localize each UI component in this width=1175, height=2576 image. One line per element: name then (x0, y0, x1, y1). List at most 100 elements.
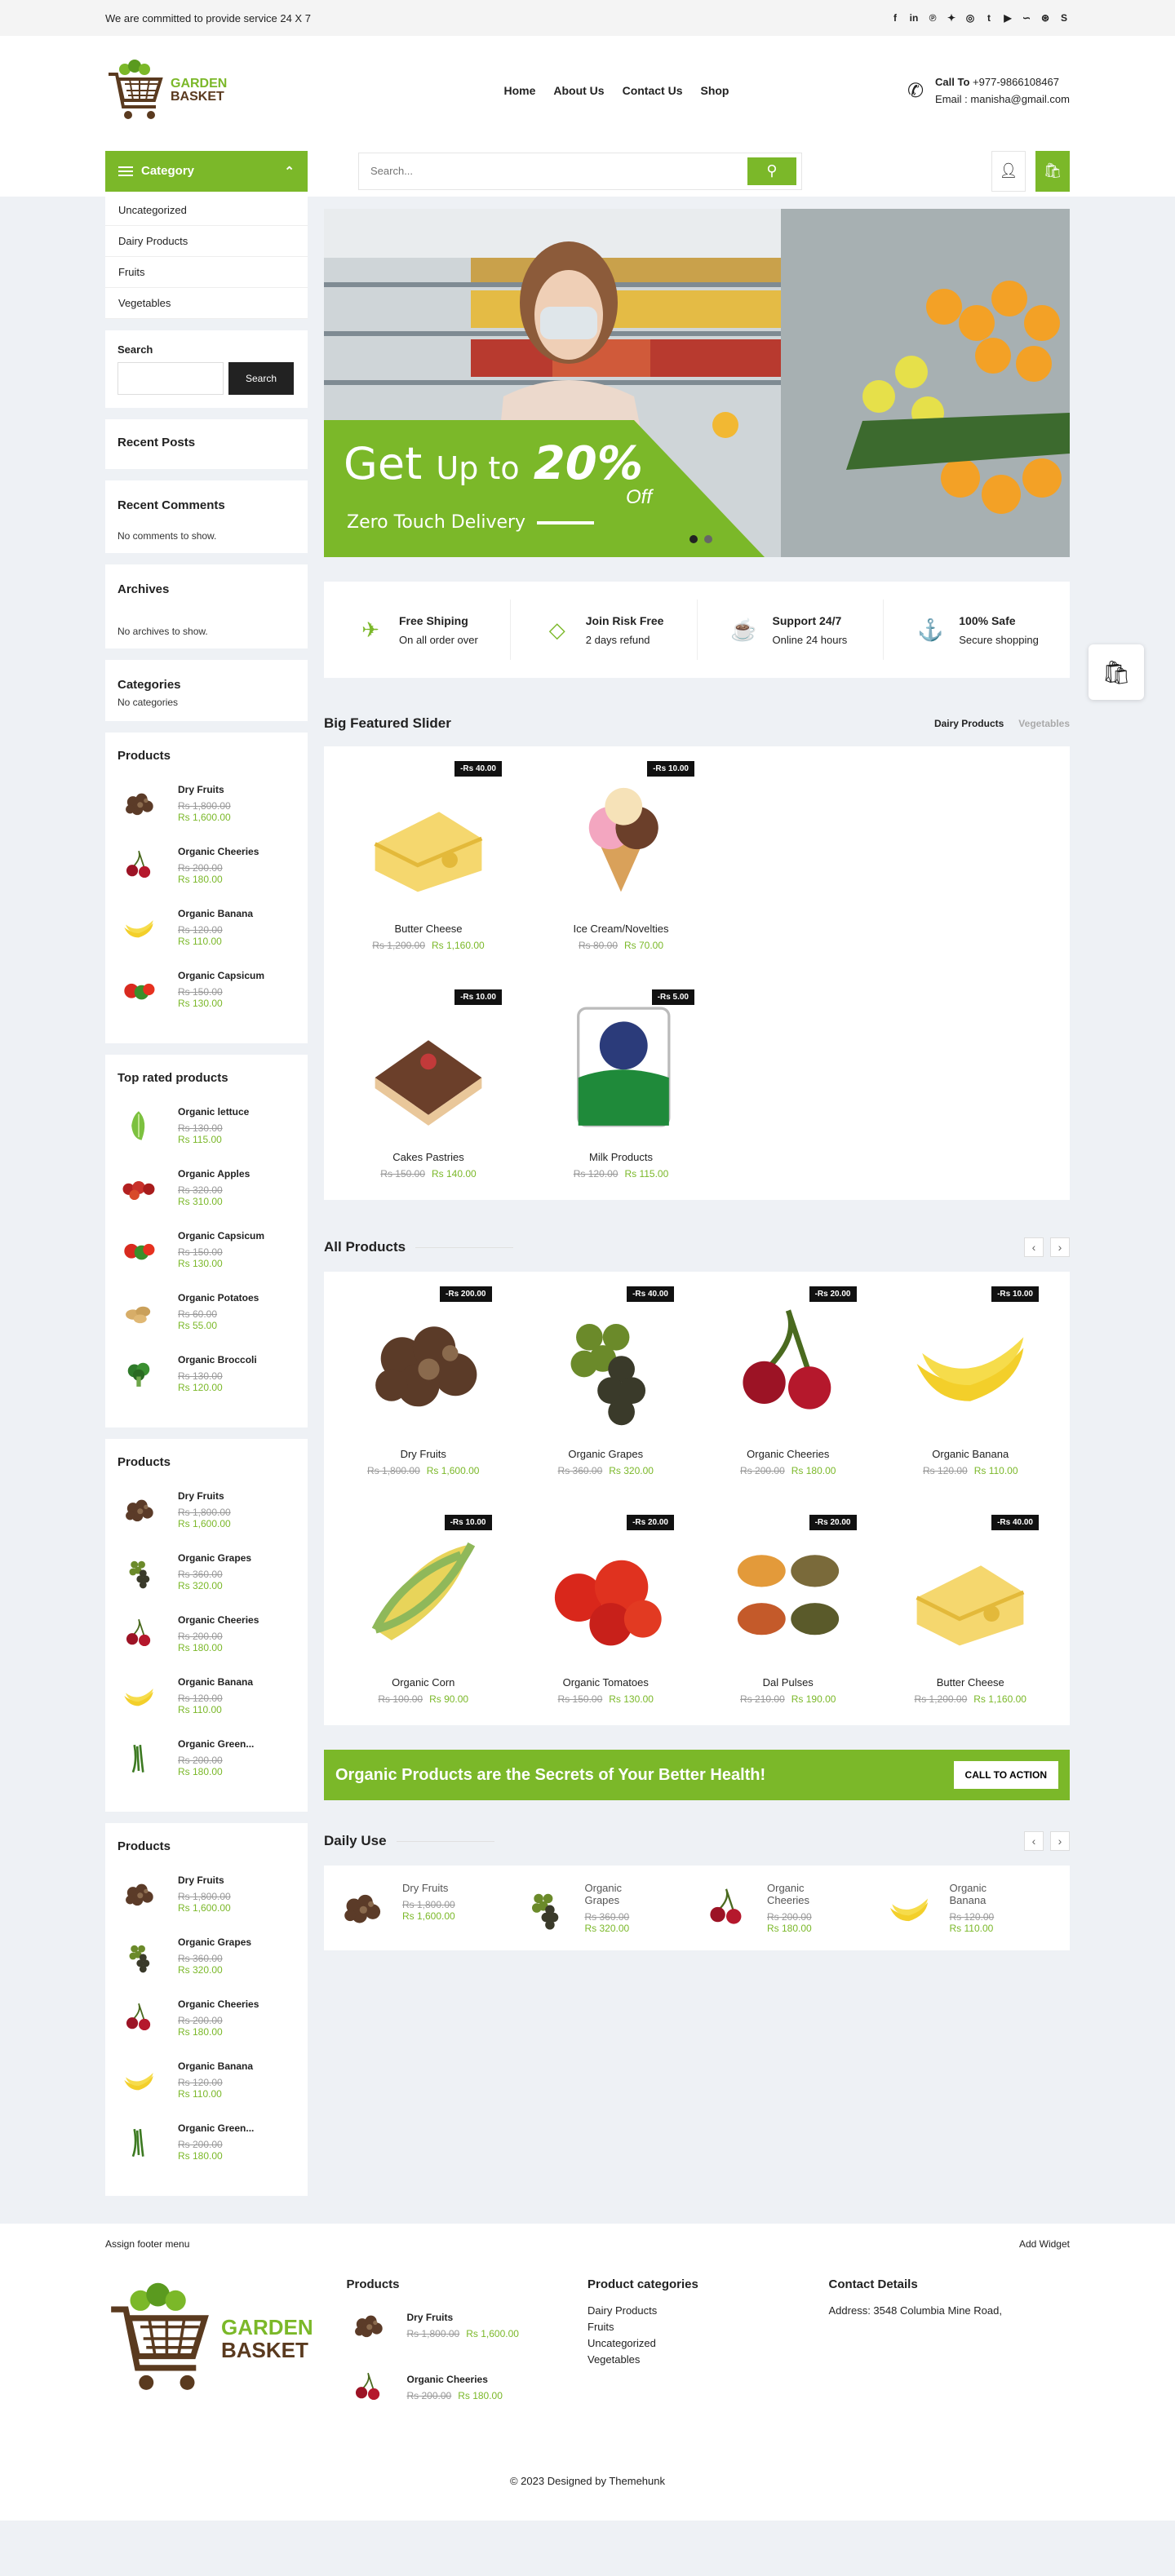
slider-dot[interactable] (689, 535, 698, 543)
product-name[interactable]: Organic Grapes (515, 1448, 698, 1460)
daily-item[interactable]: Organic Grapes Rs 360.00 Rs 320.00 (515, 1882, 698, 1934)
product-name[interactable]: Milk Products (525, 1151, 717, 1163)
product-card[interactable]: -Rs 10.00 Organic Banana Rs 120.00 Rs 110.0… (880, 1286, 1062, 1494)
product-name[interactable]: Organic Grapes (585, 1882, 650, 1906)
product-name[interactable]: Organic lettuce (178, 1106, 249, 1118)
product-name[interactable]: Dry Fruits (332, 1448, 515, 1460)
slider-dot[interactable] (704, 535, 712, 543)
linkedin-icon[interactable]: in (908, 12, 920, 24)
footer-menu-link[interactable]: Assign footer menu (105, 2238, 189, 2250)
sidebar-product[interactable]: Organic Cheeries Rs 200.00 Rs 180.00 (118, 844, 295, 887)
slider-dots[interactable] (689, 535, 712, 543)
product-name[interactable]: Organic Green... (178, 1738, 254, 1750)
dribbble-icon[interactable]: ⊛ (1040, 12, 1051, 24)
daily-item[interactable]: Organic Banana Rs 120.00 Rs 110.00 (880, 1882, 1062, 1934)
product-card[interactable]: -Rs 5.00 Milk Products Rs 120.00 Rs 115.00 (525, 989, 717, 1197)
product-name[interactable]: Dry Fruits (178, 1874, 237, 1886)
email-address[interactable]: manisha@gmail.com (970, 93, 1070, 105)
product-name[interactable]: Organic Potatoes (178, 1292, 259, 1303)
sidebar-product[interactable]: Dry Fruits Rs 1,800.00 Rs 1,600.00 (118, 782, 295, 825)
prev-arrow-icon[interactable]: ‹ (1024, 1237, 1044, 1257)
product-name[interactable]: Butter Cheese (880, 1676, 1062, 1689)
product-name[interactable]: Organic Capsicum (178, 970, 264, 981)
product-name[interactable]: Organic Capsicum (178, 1230, 264, 1242)
product-name[interactable]: Organic Banana (880, 1448, 1062, 1460)
product-name[interactable]: Organic Cheeries (178, 1614, 259, 1626)
sidebar-product[interactable]: Organic Capsicum Rs 150.00 Rs 130.00 (118, 968, 295, 1011)
pinterest-icon[interactable]: ℗ (927, 12, 938, 24)
sidebar-product[interactable]: Organic Potatoes Rs 60.00 Rs 55.00 (118, 1290, 295, 1333)
product-name[interactable]: Organic Banana (178, 1676, 253, 1688)
product-card[interactable]: -Rs 10.00 Organic Corn Rs 100.00 Rs 90.00 (332, 1515, 515, 1722)
sidebar-product[interactable]: Dry Fruits Rs 1,800.00 Rs 1,600.00 (118, 1489, 295, 1531)
account-button[interactable]: 👤︎ (991, 150, 1026, 192)
sidebar-product[interactable]: Organic Banana Rs 120.00 Rs 110.00 (118, 906, 295, 949)
phone-number[interactable]: +977-9866108467 (973, 76, 1059, 88)
product-name[interactable]: Dry Fruits (402, 1882, 468, 1894)
product-name[interactable]: Dry Fruits (178, 1490, 237, 1502)
category-item[interactable]: Fruits (105, 257, 308, 288)
sidebar-product[interactable]: Organic Green... Rs 200.00 Rs 180.00 (118, 2121, 295, 2163)
tab-vegetables[interactable]: Vegetables (1018, 718, 1070, 729)
sidebar-product[interactable]: Organic Cheeries Rs 200.00 Rs 180.00 (118, 1997, 295, 2039)
footer-product[interactable]: Organic Cheeries Rs 200.00 Rs 180.00 (347, 2366, 588, 2409)
product-name[interactable]: Organic Grapes (178, 1936, 251, 1948)
product-name[interactable]: Dry Fruits (178, 784, 237, 795)
daily-item[interactable]: Organic Cheeries Rs 200.00 Rs 180.00 (697, 1882, 880, 1934)
product-card[interactable]: -Rs 40.00 Butter Cheese Rs 1,200.00 Rs 1,16… (880, 1515, 1062, 1722)
product-name[interactable]: Organic Green... (178, 2122, 254, 2134)
tumblr-icon[interactable]: t (983, 12, 995, 24)
footer-logo[interactable]: GARDEN BASKET (105, 2277, 326, 2400)
product-name[interactable]: Dry Fruits (407, 2312, 519, 2323)
product-name[interactable]: Organic Banana (178, 2060, 253, 2072)
stumbleupon-icon[interactable]: ∽ (1021, 12, 1032, 24)
tab-dairy-products[interactable]: Dairy Products (934, 718, 1004, 729)
nav-about-us[interactable]: About Us (553, 84, 604, 97)
cart-button[interactable]: 🛍︎ (1035, 150, 1070, 192)
product-card[interactable]: -Rs 20.00 Organic Tomatoes Rs 150.00 Rs 130… (515, 1515, 698, 1722)
sidebar-product[interactable]: Dry Fruits Rs 1,800.00 Rs 1,600.00 (118, 1873, 295, 1915)
prev-arrow-icon[interactable]: ‹ (1024, 1831, 1044, 1851)
category-item[interactable]: Dairy Products (105, 226, 308, 257)
product-name[interactable]: Organic Cheeries (697, 1448, 880, 1460)
product-name[interactable]: Organic Banana (950, 1882, 1015, 1906)
sidebar-product[interactable]: Organic Broccoli Rs 130.00 Rs 120.00 (118, 1352, 295, 1395)
product-name[interactable]: Organic Apples (178, 1168, 250, 1180)
product-name[interactable]: Organic Cheeries (178, 846, 259, 857)
product-name[interactable]: Cakes Pastries (332, 1151, 525, 1163)
skype-icon[interactable]: S (1058, 12, 1070, 24)
site-logo[interactable]: GARDEN BASKET (105, 58, 228, 123)
add-widget-link[interactable]: Add Widget (1019, 2238, 1070, 2250)
sidebar-product[interactable]: Organic Banana Rs 120.00 Rs 110.00 (118, 1675, 295, 1717)
product-name[interactable]: Organic Corn (332, 1676, 515, 1689)
product-name[interactable]: Dal Pulses (697, 1676, 880, 1689)
footer-product[interactable]: Dry Fruits Rs 1,800.00 Rs 1,600.00 (347, 2304, 588, 2347)
product-name[interactable]: Organic Cheeries (178, 1998, 259, 2010)
product-card[interactable]: -Rs 40.00 Butter Cheese Rs 1,200.00 Rs 1,16… (332, 761, 525, 968)
product-name[interactable]: Organic Banana (178, 908, 253, 919)
product-name[interactable]: Organic Tomatoes (515, 1676, 698, 1689)
footer-category-link[interactable]: Dairy Products (588, 2304, 829, 2317)
sidebar-search-button[interactable]: Search (228, 362, 294, 395)
product-name[interactable]: Ice Cream/Novelties (525, 923, 717, 935)
product-name[interactable]: Butter Cheese (332, 923, 525, 935)
sidebar-product[interactable]: Organic Capsicum Rs 150.00 Rs 130.00 (118, 1228, 295, 1271)
product-name[interactable]: Organic Cheeries (767, 1882, 832, 1906)
sidebar-search-input[interactable] (118, 362, 224, 395)
product-card[interactable]: -Rs 20.00 Organic Cheeries Rs 200.00 Rs 180… (697, 1286, 880, 1494)
facebook-icon[interactable]: f (889, 12, 901, 24)
search-button[interactable]: ⚲ (747, 157, 796, 185)
product-card[interactable]: -Rs 200.00 Dry Fruits Rs 1,800.00 Rs 1,600.… (332, 1286, 515, 1494)
category-item[interactable]: Vegetables (105, 288, 308, 319)
next-arrow-icon[interactable]: › (1050, 1831, 1070, 1851)
product-card[interactable]: -Rs 10.00 Ice Cream/Novelties Rs 80.00 Rs 7… (525, 761, 717, 968)
category-item[interactable]: Uncategorized (105, 195, 308, 226)
sidebar-product[interactable]: Organic Cheeries Rs 200.00 Rs 180.00 (118, 1613, 295, 1655)
daily-item[interactable]: Dry Fruits Rs 1,800.00 Rs 1,600.00 (332, 1882, 515, 1934)
next-arrow-icon[interactable]: › (1050, 1237, 1070, 1257)
instagram-icon[interactable]: ◎ (964, 12, 976, 24)
product-name[interactable]: Organic Grapes (178, 1552, 251, 1564)
nav-shop[interactable]: Shop (700, 84, 729, 97)
search-input[interactable] (370, 165, 697, 177)
twitter-icon[interactable]: ✦ (946, 12, 957, 24)
